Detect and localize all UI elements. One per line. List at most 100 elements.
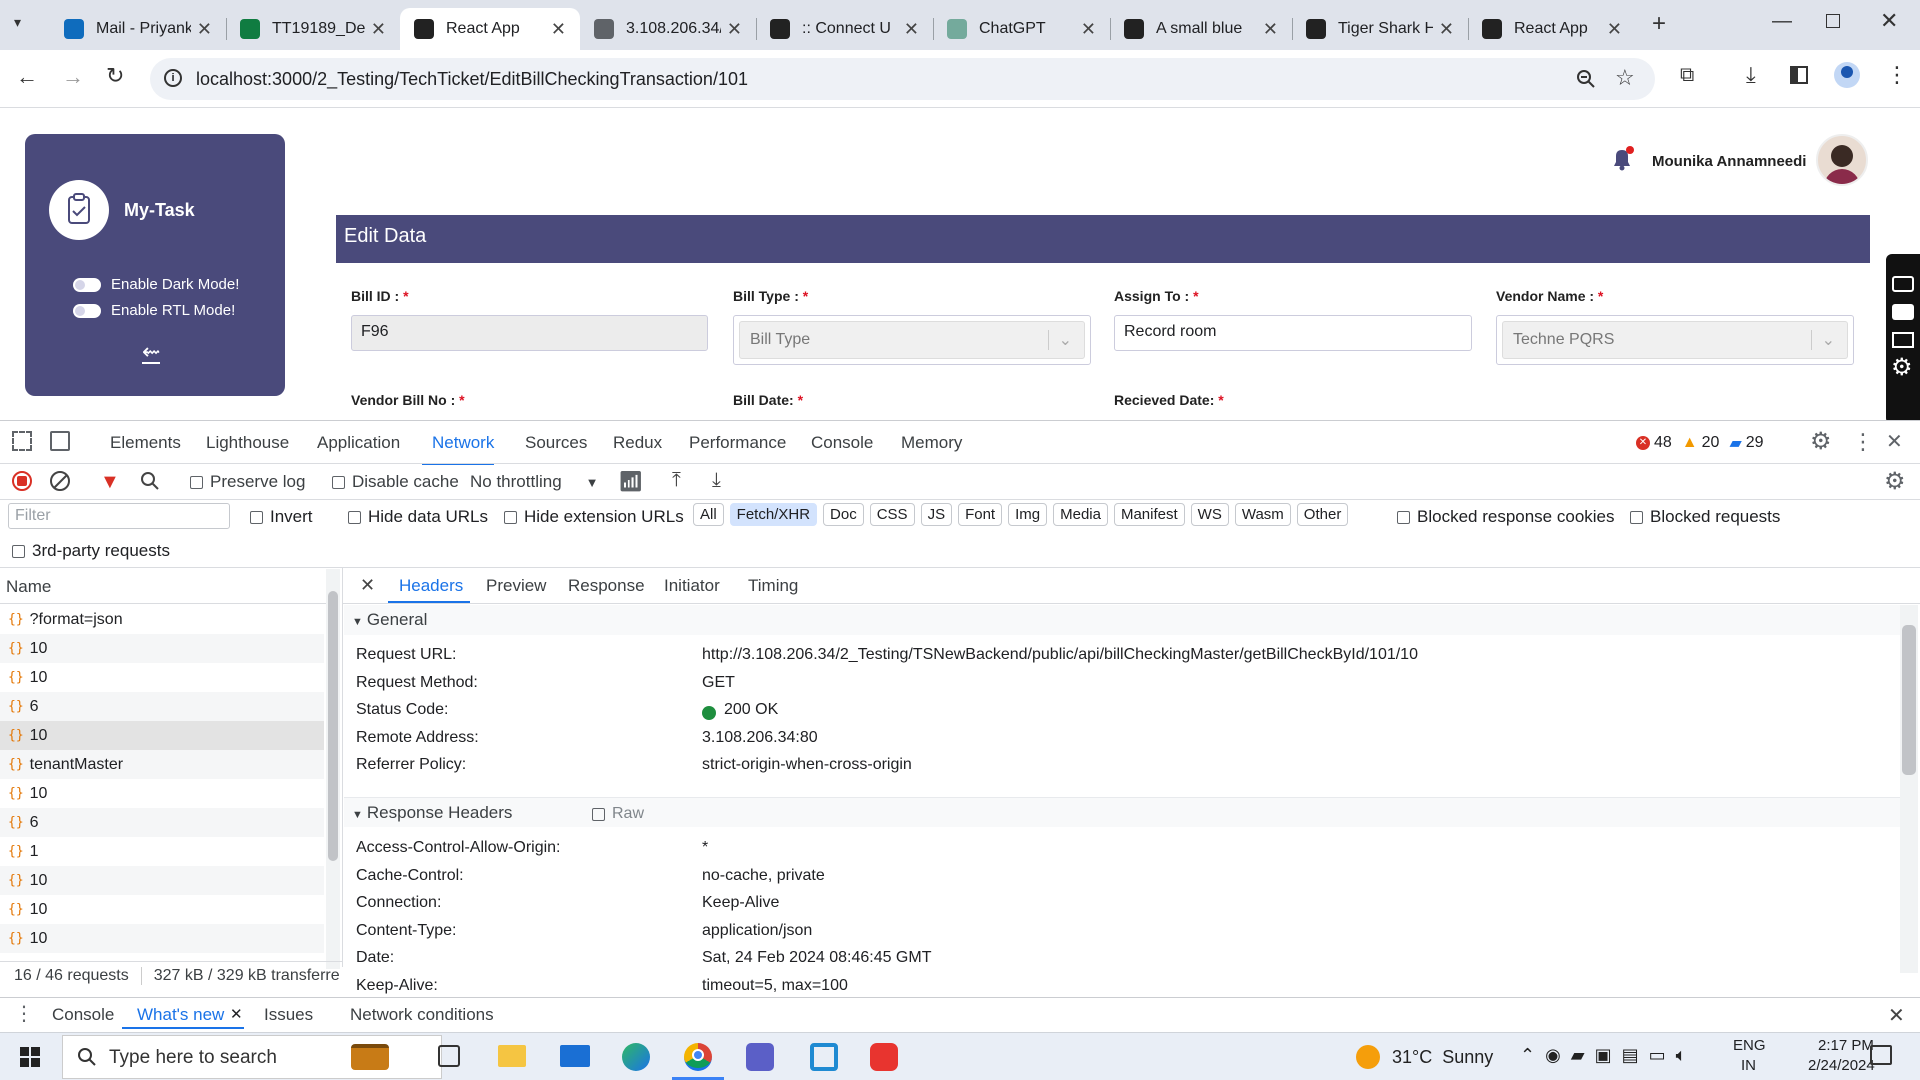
raw-checkbox[interactable]: Raw [592,805,644,823]
profile-icon[interactable] [1834,62,1860,88]
download-icon[interactable]: ⤓ [1746,62,1756,88]
drawer-menu-icon[interactable]: ⋮ [14,1001,34,1026]
inspect-element-icon[interactable] [12,431,32,451]
drawer-tab[interactable]: Console [52,1005,114,1025]
edge-browser-icon[interactable] [622,1043,650,1071]
request-row[interactable]: {} 6 [0,692,324,721]
browser-tab[interactable]: ChatGPT ✕ [933,8,1110,50]
rtl-mode-switch[interactable] [73,303,101,318]
windows-start-icon[interactable] [20,1047,40,1067]
header-value[interactable]: strict-origin-when-cross-origin [702,756,912,774]
devtools-tab-performance[interactable]: Performance [689,433,786,453]
request-row[interactable]: {} tenantMaster [0,750,324,779]
hide-data-urls-checkbox[interactable]: Hide data URLs [348,507,488,527]
header-value[interactable]: timeout=5, max=100 [702,977,848,995]
header-value[interactable]: 3.108.206.34:80 [702,729,818,747]
browser-tab[interactable]: TT19189_Def ✕ [226,8,400,50]
close-tab-icon[interactable]: ✕ [551,19,566,40]
type-filter-chip[interactable]: Doc [823,503,864,526]
header-value[interactable]: http://3.108.206.34/2_Testing/TSNewBacke… [702,646,1418,664]
task-view-icon[interactable] [438,1045,460,1067]
browser-tab[interactable]: Tiger Shark H ✕ [1292,8,1468,50]
close-tab-icon[interactable]: ✕ [197,19,212,40]
dark-mode-toggle[interactable]: Enable Dark Mode! [73,276,239,293]
response-headers-section-header[interactable]: ▼ Response Headers [344,797,1900,827]
devtools-tab-network[interactable]: Network [432,433,494,453]
request-row[interactable]: {} 10 [0,924,324,953]
weather-text[interactable]: 31°C Sunny [1392,1047,1493,1068]
mail-app-icon[interactable] [560,1045,590,1067]
type-filter-chip[interactable]: Manifest [1113,503,1185,526]
reload-button[interactable]: ↻ [106,63,124,89]
detail-tab-response[interactable]: Response [568,576,645,596]
search-icon[interactable] [140,471,160,491]
header-value[interactable]: Sat, 24 Feb 2024 08:46:45 GMT [702,949,931,967]
dark-mode-switch[interactable] [73,277,101,292]
disable-cache-checkbox[interactable]: Disable cache [332,472,459,492]
devtools-settings-icon[interactable]: ⚙ [1810,427,1832,456]
detail-tab-timing[interactable]: Timing [748,576,798,596]
drawer-tab[interactable]: What's new [137,1005,224,1025]
preserve-log-checkbox[interactable]: Preserve log [190,472,305,492]
detail-tab-headers[interactable]: Headers [399,576,463,596]
notification-bell-icon[interactable] [1610,146,1634,172]
request-row[interactable]: {} ?format=json [0,605,324,634]
wps-office-icon[interactable] [870,1043,898,1071]
close-tab-icon[interactable]: ✕ [371,19,386,40]
header-value[interactable]: 200 OK [724,701,778,719]
device-toolbar-icon[interactable] [50,431,70,451]
detail-tab-preview[interactable]: Preview [486,576,546,596]
blocked-requests-checkbox[interactable]: Blocked requests [1630,507,1780,527]
throttling-select[interactable]: No throttling ▼ [470,472,599,492]
bill-id-input[interactable]: F96 [351,315,708,351]
new-tab-button[interactable]: + [1652,10,1666,38]
window-icon[interactable] [1892,332,1914,348]
drawer-tab[interactable]: Issues [264,1005,313,1025]
rtl-mode-toggle[interactable]: Enable RTL Mode! [73,302,235,319]
type-filter-chip[interactable]: Fetch/XHR [729,503,818,526]
filter-input[interactable]: Filter [8,503,230,529]
vendor-name-select[interactable]: Techne PQRS ⌄ [1496,315,1854,365]
browser-menu-icon[interactable]: ⋮ [1886,62,1908,88]
name-column-header[interactable]: Name [6,577,51,597]
devtools-tab-memory[interactable]: Memory [901,433,962,453]
clock-time[interactable]: 2:17 PM [1818,1037,1874,1054]
type-filter-chip[interactable]: Wasm [1234,503,1291,526]
browser-tab[interactable]: React App ✕ [400,8,580,50]
notifications-icon[interactable] [1870,1045,1892,1065]
devtools-tab-application[interactable]: Application [317,433,400,453]
user-avatar[interactable] [1816,134,1868,186]
close-tab-icon[interactable]: ✕ [1439,19,1454,40]
browser-tab[interactable]: A small blue ✕ [1110,8,1292,50]
general-section-header[interactable]: ▼ General [344,605,1900,635]
type-filter-chip[interactable]: CSS [869,503,915,526]
close-drawer-tab-icon[interactable]: ✕ [230,1005,243,1023]
invert-checkbox[interactable]: Invert [250,507,313,527]
drawer-tab[interactable]: Network conditions [350,1005,494,1025]
type-filter-chip[interactable]: All [693,503,724,526]
video-icon[interactable] [1892,304,1914,320]
type-filter-chip[interactable]: Img [1008,503,1048,526]
request-row[interactable]: {} 10 [0,866,324,895]
taskbar-search-box[interactable]: Type here to search [62,1035,442,1079]
teams-icon[interactable] [746,1043,774,1071]
header-value[interactable]: GET [702,674,735,692]
user-name[interactable]: Mounika Annamneedi [1652,153,1806,170]
detail-tab-initiator[interactable]: Initiator [664,576,720,596]
request-row[interactable]: {} 10 [0,895,324,924]
browser-tab[interactable]: :: Connect U ✕ [756,8,933,50]
header-value[interactable]: * [702,839,708,857]
request-row[interactable]: {} 10 [0,779,324,808]
extensions-icon[interactable]: ⧉ [1680,64,1694,87]
type-filter-chip[interactable]: Font [958,503,1003,526]
zoom-icon[interactable] [1575,68,1597,90]
network-conditions-icon[interactable]: 📶︎ [618,469,643,494]
type-filter-chip[interactable]: JS [920,503,953,526]
close-tab-icon[interactable]: ✕ [1081,19,1096,40]
file-explorer-icon[interactable] [498,1045,526,1067]
detail-scrollbar[interactable] [1900,605,1918,973]
language-line2[interactable]: IN [1741,1057,1756,1074]
clear-icon[interactable] [50,471,70,491]
close-detail-icon[interactable]: ✕ [360,575,375,596]
devtools-tab-console[interactable]: Console [811,433,873,453]
